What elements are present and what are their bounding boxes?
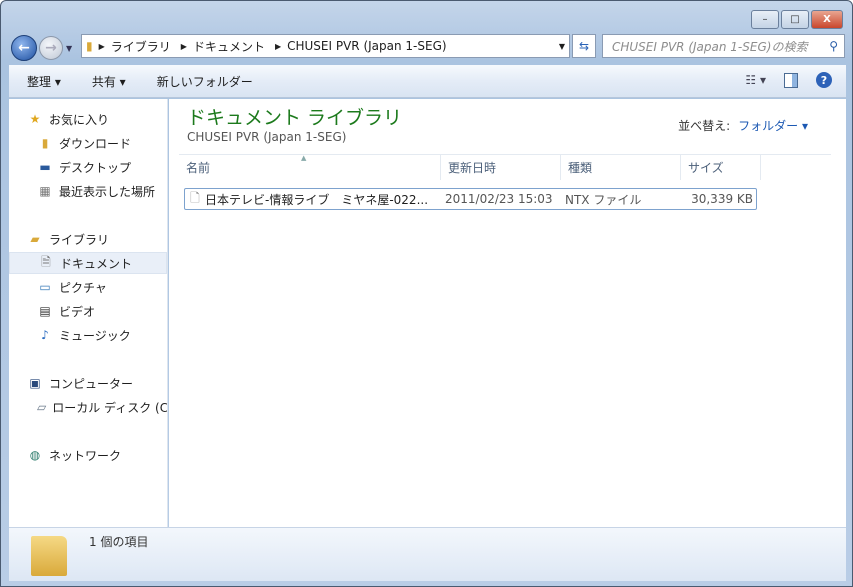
search-input[interactable]: CHUSEI PVR (Japan 1-SEG)の検索 ⚲: [602, 34, 845, 58]
breadcrumb-arrow-icon[interactable]: ▶: [99, 42, 105, 51]
search-icon[interactable]: ⚲: [829, 39, 838, 53]
breadcrumb-current[interactable]: CHUSEI PVR (Japan 1-SEG): [287, 39, 446, 53]
sidebar-item-label: ダウンロード: [59, 136, 132, 151]
sidebar-item-label: ドキュメント: [60, 256, 133, 271]
breadcrumb-arrow-icon[interactable]: ▶: [181, 42, 187, 51]
library-title: ドキュメント ライブラリ: [187, 107, 403, 129]
maximize-button[interactable]: □: [781, 10, 809, 29]
library-subtitle: CHUSEI PVR (Japan 1-SEG): [187, 130, 347, 144]
column-header-size[interactable]: サイズ: [681, 155, 761, 180]
sidebar-item-local-disk[interactable]: ▱ ローカル ディスク (C:): [37, 396, 167, 418]
column-headers: 名前 ▲ 更新日時 種類 サイズ: [179, 154, 831, 180]
organize-button[interactable]: 整理 ▾: [27, 73, 61, 90]
file-icon: 🗋: [190, 190, 200, 205]
sidebar-item-label: お気に入り: [49, 112, 110, 127]
breadcrumb-libraries[interactable]: ライブラリ: [111, 38, 171, 55]
sidebar-network[interactable]: ◍ ネットワーク: [27, 444, 185, 466]
video-icon: ▤: [39, 304, 51, 318]
navigation-pane: ★ お気に入り ▮ ダウンロード ▬ デスクトップ ▦ 最近表示した場所 ▰ ライブラリ …: [9, 99, 168, 527]
address-bar[interactable]: ▮ ▶ ライブラリ ▶ ドキュメント ▶ CHUSEI PVR (Japan 1…: [81, 34, 570, 58]
recent-places-icon: ▦: [39, 184, 51, 198]
preview-pane-icon[interactable]: [784, 72, 798, 88]
sidebar-item-label: ローカル ディスク (C:): [52, 400, 167, 415]
sidebar-computer[interactable]: ▣ コンピューター: [27, 372, 185, 394]
address-dropdown-icon[interactable]: ▼: [559, 42, 565, 51]
help-icon[interactable]: ?: [816, 72, 832, 88]
computer-icon: ▣: [29, 376, 41, 390]
view-options-icon[interactable]: ☷ ▾: [745, 73, 766, 87]
sidebar-item-label: コンピューター: [49, 376, 134, 391]
file-name: 日本テレビ-情報ライブ ミヤネ屋-022...: [205, 192, 429, 207]
sidebar-item-label: ビデオ: [59, 304, 96, 319]
column-header-modified[interactable]: 更新日時: [441, 155, 561, 180]
file-modified: 2011/02/23 15:03: [445, 192, 553, 206]
arrange-by-dropdown[interactable]: フォルダー ▾: [738, 119, 808, 133]
sidebar-item-label: ネットワーク: [49, 448, 122, 463]
music-icon: ♪: [41, 328, 49, 342]
close-button[interactable]: X: [811, 10, 843, 29]
folder-icon: [31, 536, 67, 576]
back-button[interactable]: ←: [11, 35, 37, 61]
sort-label: 並べ替え:: [678, 119, 731, 133]
share-button[interactable]: 共有 ▾: [92, 73, 126, 90]
file-type: NTX ファイル: [565, 192, 642, 207]
column-label: 名前: [186, 161, 211, 175]
sidebar-item-label: ライブラリ: [49, 232, 110, 247]
sidebar-item-documents[interactable]: 🗎 ドキュメント: [9, 252, 167, 274]
file-size: 30,339 KB: [691, 192, 753, 206]
sidebar-item-label: ピクチャ: [59, 280, 107, 295]
downloads-icon: ▮: [41, 136, 49, 150]
column-header-name[interactable]: 名前 ▲: [179, 154, 441, 180]
sidebar-libraries[interactable]: ▰ ライブラリ: [27, 228, 185, 250]
star-icon: ★: [29, 112, 41, 126]
arrange-by: 並べ替え: フォルダー ▾: [678, 117, 808, 134]
library-icon: ▰: [30, 232, 40, 246]
folder-icon: ▮: [86, 39, 93, 53]
forward-button[interactable]: →: [39, 36, 63, 60]
disk-icon: ▱: [37, 400, 47, 414]
breadcrumb-arrow-icon[interactable]: ▶: [275, 42, 281, 51]
recent-pages-dropdown[interactable]: ▼: [66, 44, 72, 53]
sidebar-item-label: 最近表示した場所: [59, 184, 156, 199]
explorer-window: – □ X ← → ▼ ▮ ▶ ライブラリ ▶ ドキュメント ▶ CHUSEI …: [0, 0, 853, 587]
new-folder-button[interactable]: 新しいフォルダー: [157, 73, 253, 90]
file-row[interactable]: 🗋 日本テレビ-情報ライブ ミヤネ屋-022... 2011/02/23 15:…: [184, 188, 757, 210]
sidebar-favorites[interactable]: ★ お気に入り: [27, 108, 185, 130]
breadcrumb-documents[interactable]: ドキュメント: [193, 38, 265, 55]
document-icon: 🗎: [41, 254, 51, 269]
details-pane: 1 個の項目: [9, 527, 846, 581]
column-header-type[interactable]: 種類: [561, 155, 681, 180]
sidebar-item-label: デスクトップ: [59, 160, 132, 175]
sort-ascending-icon: ▲: [301, 154, 307, 162]
file-list-pane: ドキュメント ライブラリ CHUSEI PVR (Japan 1-SEG) 並べ…: [169, 99, 846, 527]
toolbar: 整理 ▾ 共有 ▾ 新しいフォルダー ☷ ▾ ?: [9, 65, 846, 98]
refresh-button[interactable]: ⇆: [572, 34, 596, 58]
sidebar-item-label: ミュージック: [59, 328, 131, 343]
search-placeholder: CHUSEI PVR (Japan 1-SEG)の検索: [612, 39, 808, 54]
network-icon: ◍: [29, 448, 41, 462]
desktop-icon: ▬: [39, 160, 51, 174]
item-count: 1 個の項目: [89, 535, 149, 549]
minimize-button[interactable]: –: [751, 10, 779, 29]
pictures-icon: ▭: [39, 280, 51, 294]
